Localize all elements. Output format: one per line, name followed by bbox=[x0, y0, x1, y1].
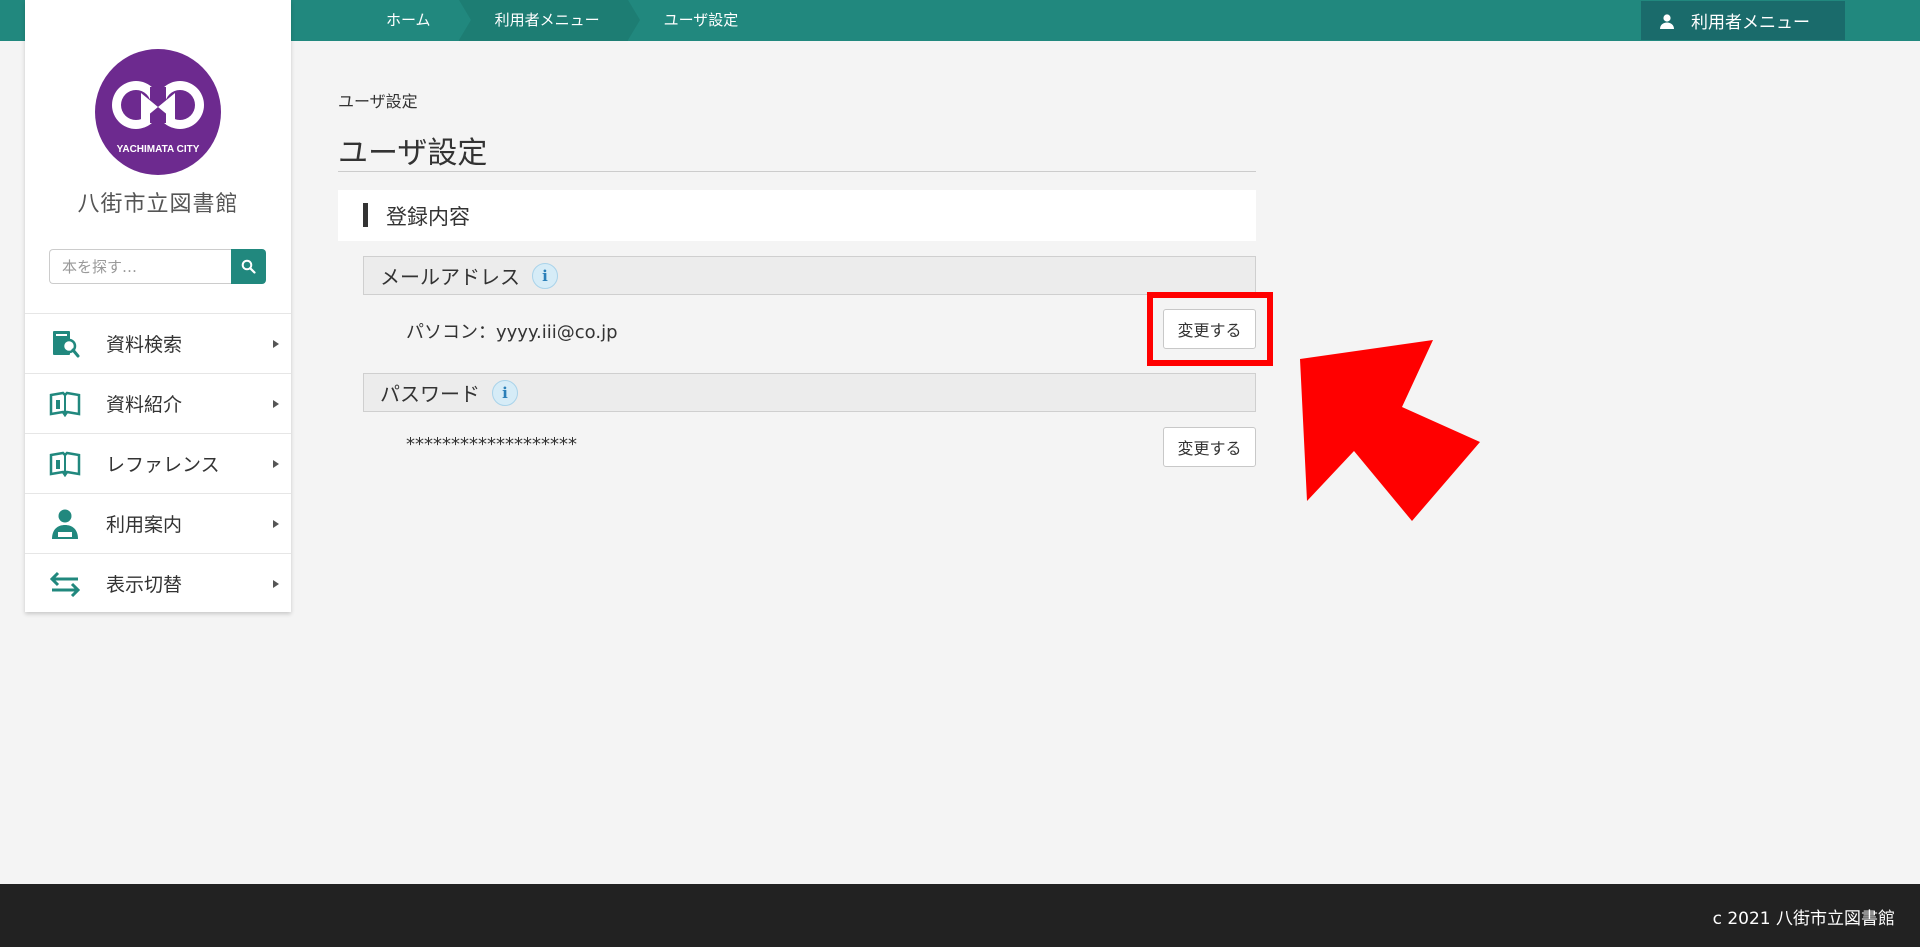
user-menu-button[interactable]: 利用者メニュー bbox=[1641, 1, 1845, 40]
city-logo[interactable]: YACHIMATA CITY bbox=[95, 49, 221, 175]
open-book-icon bbox=[49, 448, 81, 480]
library-name: 八街市立図書館 bbox=[77, 192, 239, 217]
section-heading: 登録内容 bbox=[338, 190, 1256, 241]
footer: c 2021 八街市立図書館 bbox=[0, 884, 1920, 947]
sidebar-item-usage-guide[interactable]: 利用案内 bbox=[25, 493, 291, 553]
caret-right-icon bbox=[273, 400, 279, 408]
caret-right-icon bbox=[273, 580, 279, 588]
email-value: パソコン：yyyy.iii@co.jp bbox=[406, 322, 618, 343]
page-breadcrumb: ユーザ設定 bbox=[338, 92, 418, 111]
sidebar-item-label: 利用案内 bbox=[106, 514, 183, 536]
switch-arrows-icon bbox=[49, 568, 81, 600]
password-field-header: パスワード i bbox=[363, 373, 1256, 412]
svg-text:YACHIMATA CITY: YACHIMATA CITY bbox=[117, 144, 200, 155]
breadcrumb: ホーム 利用者メニュー ユーザ設定 bbox=[290, 0, 766, 41]
search-box bbox=[49, 249, 266, 284]
password-label: パスワード bbox=[380, 382, 480, 406]
breadcrumb-user-settings: ユーザ設定 bbox=[663, 11, 739, 29]
breadcrumb-home[interactable]: ホーム bbox=[290, 0, 459, 41]
red-arrow-icon bbox=[1300, 340, 1480, 521]
sidebar-item-label: 資料検索 bbox=[106, 334, 183, 356]
sidebar-item-material-intro[interactable]: 資料紹介 bbox=[25, 373, 291, 433]
highlight-box bbox=[1147, 292, 1273, 366]
search-icon bbox=[241, 259, 256, 274]
caret-right-icon bbox=[273, 520, 279, 528]
user-menu-label: 利用者メニュー bbox=[1691, 13, 1810, 33]
change-password-button[interactable]: 変更する bbox=[1163, 427, 1256, 467]
caret-right-icon bbox=[273, 340, 279, 348]
info-icon[interactable]: i bbox=[492, 379, 518, 406]
sidebar-item-label: 表示切替 bbox=[106, 574, 183, 596]
person-guide-icon bbox=[49, 508, 81, 540]
sidebar-item-display-switch[interactable]: 表示切替 bbox=[25, 553, 291, 613]
sidebar-item-label: 資料紹介 bbox=[106, 394, 183, 416]
open-book-icon bbox=[49, 388, 81, 420]
info-icon[interactable]: i bbox=[532, 262, 558, 289]
sidebar-item-catalog-search[interactable]: 資料検索 bbox=[25, 313, 291, 373]
caret-right-icon bbox=[273, 460, 279, 468]
copyright: c 2021 八街市立図書館 bbox=[1712, 909, 1895, 929]
email-field-header: メールアドレス i bbox=[363, 256, 1256, 295]
password-value: ******************* bbox=[406, 434, 577, 455]
search-input[interactable] bbox=[49, 249, 231, 284]
page-title: ユーザ設定 bbox=[338, 128, 1256, 172]
sidebar-item-label: レファレンス bbox=[106, 454, 220, 476]
sidebar: YACHIMATA CITY 八街市立図書館 資料検索 bbox=[25, 0, 291, 612]
search-button[interactable] bbox=[231, 249, 266, 284]
user-icon bbox=[1660, 13, 1674, 29]
catalog-search-icon bbox=[49, 328, 81, 360]
breadcrumb-user-menu[interactable]: 利用者メニュー bbox=[458, 0, 640, 41]
email-label: メールアドレス bbox=[380, 265, 520, 289]
sidebar-item-reference[interactable]: レファレンス bbox=[25, 433, 291, 493]
sidebar-nav: 資料検索 資料紹介 レファレンス 利用案内 表示切替 bbox=[25, 313, 291, 613]
